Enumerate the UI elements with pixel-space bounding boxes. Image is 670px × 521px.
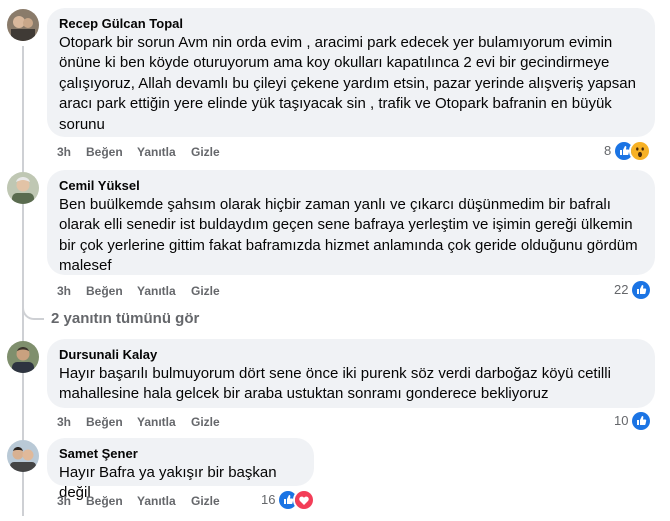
reaction-summary[interactable]: 16 [261, 489, 316, 511]
more-replies-connector [22, 304, 44, 320]
hide-button[interactable]: Gizle [191, 145, 220, 159]
comment-time[interactable]: 3h [57, 284, 71, 298]
hide-button[interactable]: Gizle [191, 494, 220, 508]
hide-button[interactable]: Gizle [191, 415, 220, 429]
hide-button[interactable]: Gizle [191, 284, 220, 298]
comment-time[interactable]: 3h [57, 145, 71, 159]
like-button[interactable]: Beğen [86, 415, 123, 429]
like-button[interactable]: Beğen [86, 494, 123, 508]
reaction-summary[interactable]: 22 [614, 279, 653, 301]
reaction-count: 16 [261, 492, 276, 507]
reply-button[interactable]: Yanıtla [137, 415, 176, 429]
reaction-summary[interactable]: 8 [604, 140, 652, 162]
reaction-count: 10 [614, 413, 629, 428]
comment-text: Hayır başarılı bulmuyorum dört sene önce… [59, 365, 611, 403]
comment-author[interactable]: Dursunali Kalay [59, 347, 643, 363]
like-button[interactable]: Beğen [86, 145, 123, 159]
comment-author[interactable]: Recep Gülcan Topal [59, 16, 643, 32]
comment-time[interactable]: 3h [57, 415, 71, 429]
comment-text: Otopark bir sorun Avm nin orda evim , ar… [59, 34, 636, 133]
love-icon [293, 489, 316, 511]
view-more-replies-link[interactable]: 2 yanıtın tümünü gör [51, 310, 199, 328]
comment-text: Ben buülkemde şahsım olarak hiçbir zaman… [59, 196, 638, 275]
avatar[interactable] [7, 341, 39, 373]
avatar[interactable] [7, 9, 39, 41]
comment-time[interactable]: 3h [57, 494, 71, 508]
comment-bubble: Recep Gülcan Topal Otopark bir sorun Avm… [47, 8, 655, 137]
avatar[interactable] [7, 440, 39, 472]
comment-bubble: Dursunali Kalay Hayır başarılı bulmuyoru… [47, 339, 655, 408]
reply-button[interactable]: Yanıtla [137, 145, 176, 159]
wow-icon [629, 140, 652, 162]
like-button[interactable]: Beğen [86, 284, 123, 298]
reaction-count: 22 [614, 282, 629, 297]
reply-button[interactable]: Yanıtla [137, 284, 176, 298]
comment-author[interactable]: Cemil Yüksel [59, 178, 643, 194]
like-icon [630, 410, 653, 432]
reply-button[interactable]: Yanıtla [137, 494, 176, 508]
comment-bubble: Samet Şener Hayır Bafra ya yakışır bir b… [47, 438, 314, 501]
comment-author[interactable]: Samet Şener [59, 446, 302, 462]
reaction-count: 8 [604, 143, 612, 158]
avatar[interactable] [7, 172, 39, 204]
like-icon [630, 279, 653, 301]
reaction-summary[interactable]: 10 [614, 410, 653, 432]
comment-bubble: Cemil Yüksel Ben buülkemde şahsım olarak… [47, 170, 655, 275]
